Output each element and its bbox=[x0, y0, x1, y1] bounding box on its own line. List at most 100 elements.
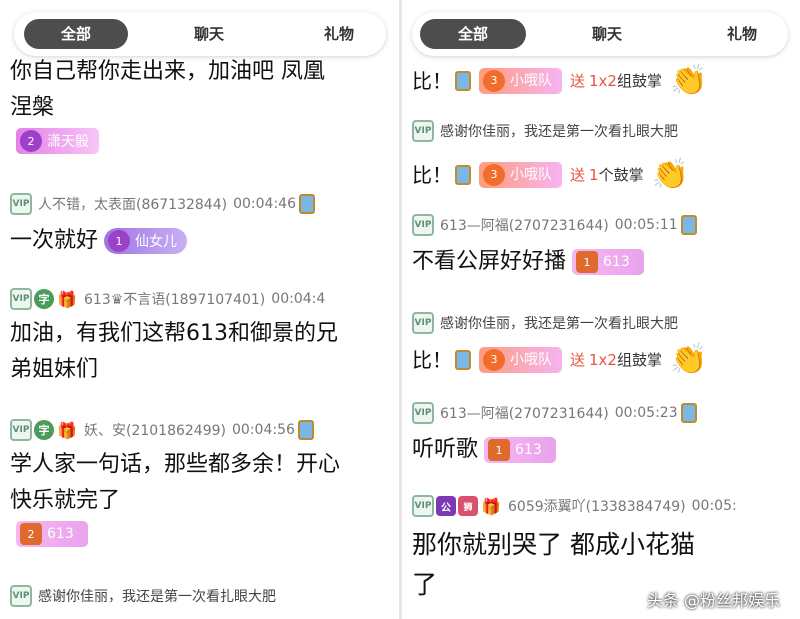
timestamp: 00:04:56 bbox=[232, 422, 295, 438]
fan-badge-name: 613 bbox=[603, 254, 630, 270]
user-name[interactable]: 人不错，太表面(867132844) bbox=[38, 194, 227, 214]
message-text: 涅槃 bbox=[10, 95, 55, 120]
level-icon: VIP bbox=[412, 312, 434, 334]
message-text: 加油，有我们这帮613和御景的兄 bbox=[10, 321, 338, 346]
fan-badge[interactable]: 2 潇天骰 bbox=[16, 128, 99, 154]
chat-message: VIP 人不错，太表面(867132844) 00:04:46 一次就好 1 仙… bbox=[10, 191, 394, 259]
diamond-icon: 2 bbox=[20, 523, 42, 545]
gift-box-icon: 🎁 bbox=[481, 496, 501, 516]
heart-icon: 3 bbox=[483, 164, 505, 186]
tab-all[interactable]: 全部 bbox=[24, 19, 128, 49]
level-icon: VIP bbox=[10, 193, 32, 215]
timestamp: 00:04:46 bbox=[233, 196, 296, 212]
chat-message: VIP 感谢你佳丽，我还是第一次看扎眼大肥 bbox=[412, 118, 794, 144]
phone-icon bbox=[455, 71, 471, 91]
message-meta: VIP 感谢你佳丽，我还是第一次看扎眼大肥 bbox=[10, 583, 394, 609]
timestamp: 00:04:4 bbox=[271, 291, 326, 307]
system-message-text: 感谢你佳丽，我还是第一次看扎眼大肥 bbox=[38, 589, 276, 605]
message-text: 比！ bbox=[412, 69, 452, 93]
fan-badge[interactable]: 3 小哦队 bbox=[479, 68, 562, 94]
gift-quantity: 1 bbox=[589, 166, 599, 184]
guild-badge-icon: 公 bbox=[436, 496, 456, 516]
send-label: 送 bbox=[570, 351, 586, 369]
filter-tabbar: 全部 聊天 礼物 bbox=[14, 12, 386, 56]
send-label: 送 bbox=[570, 72, 586, 90]
tab-gift[interactable]: 礼物 bbox=[697, 19, 787, 49]
system-message-text: 感谢你佳丽，我还是第一次看扎眼大肥 bbox=[440, 124, 678, 140]
gift-message: 比！ 3 小哦队 送 1x2 组鼓掌 👏 bbox=[412, 64, 794, 98]
message-text: 比！ bbox=[412, 348, 452, 372]
gift-name: 组鼓掌 bbox=[616, 72, 662, 90]
chat-message: VIP 感谢你佳丽，我还是第一次看扎眼大肥 bbox=[412, 310, 794, 336]
heart-icon: 3 bbox=[483, 70, 505, 92]
clap-icon: 👏 bbox=[651, 157, 689, 192]
heart-icon: 2 bbox=[20, 130, 42, 152]
message-meta: VIP 字 🎁 613♛不言语(1897107401) 00:04:4 bbox=[10, 286, 394, 312]
message-text: 弟姐妹们 bbox=[10, 357, 99, 382]
fan-badge[interactable]: 3 小哦队 bbox=[479, 347, 562, 373]
message-text: 一次就好 bbox=[10, 228, 99, 253]
user-name[interactable]: 613—阿福(2707231644) bbox=[440, 403, 609, 423]
message-meta: VIP 感谢你佳丽，我还是第一次看扎眼大肥 bbox=[412, 310, 794, 336]
fan-badge-name: 潇天骰 bbox=[47, 134, 89, 150]
user-name[interactable]: 妖、安(2101862499) bbox=[84, 420, 226, 440]
message-text: 不看公屏好好播 bbox=[412, 249, 567, 274]
fan-badge-name: 小哦队 bbox=[510, 352, 552, 368]
chat-message: VIP 613—阿福(2707231644) 00:05:23 听听歌 1 61… bbox=[412, 400, 794, 468]
right-chat-panel: 全部 聊天 礼物 比！ 3 小哦队 送 1x2 组鼓掌 👏 VIP 感谢你佳丽，… bbox=[402, 0, 800, 619]
clap-icon: 👏 bbox=[670, 342, 708, 377]
message-text: 比！ bbox=[412, 163, 452, 187]
phone-icon bbox=[680, 215, 697, 235]
gift-quantity: 1x2 bbox=[589, 72, 617, 90]
tab-chat[interactable]: 聊天 bbox=[562, 19, 652, 49]
message-meta: VIP 感谢你佳丽，我还是第一次看扎眼大肥 bbox=[412, 118, 794, 144]
phone-icon bbox=[455, 350, 471, 370]
fan-badge[interactable]: 1 613 bbox=[572, 249, 644, 275]
diamond-icon: 1 bbox=[576, 251, 599, 273]
send-label: 送 bbox=[570, 166, 586, 184]
timestamp: 00:05:23 bbox=[614, 405, 678, 421]
fan-badge[interactable]: 1 仙女儿 bbox=[104, 228, 188, 254]
watermark-text: 头条 @粉丝邦娱乐 bbox=[646, 591, 780, 610]
gift-quantity: 1x2 bbox=[589, 351, 617, 369]
phone-icon bbox=[455, 165, 471, 185]
clap-icon: 👏 bbox=[670, 63, 708, 98]
heart-icon: 1 bbox=[108, 230, 131, 252]
tab-chat[interactable]: 聊天 bbox=[164, 19, 254, 49]
fan-badge[interactable]: 2 613 bbox=[16, 521, 88, 547]
user-name[interactable]: 613—阿福(2707231644) bbox=[440, 215, 609, 235]
lion-badge-icon: 狮 bbox=[458, 496, 478, 516]
phone-icon bbox=[298, 194, 315, 214]
message-text: 快乐就完了 bbox=[10, 488, 121, 513]
tab-all[interactable]: 全部 bbox=[420, 19, 526, 49]
user-name[interactable]: 613♛不言语(1897107401) bbox=[84, 289, 265, 309]
filter-tabbar: 全部 聊天 礼物 bbox=[412, 12, 788, 56]
fan-badge-name: 613 bbox=[47, 526, 74, 542]
gift-name: 个鼓掌 bbox=[598, 166, 644, 184]
fan-badge[interactable]: 3 小哦队 bbox=[479, 162, 562, 188]
chat-message: VIP 字 🎁 613♛不言语(1897107401) 00:04:4 加油，有… bbox=[10, 286, 394, 388]
message-text: 那你就别哭了 都成小花猫 bbox=[412, 530, 695, 559]
phone-icon bbox=[297, 420, 314, 440]
message-meta: VIP 字 🎁 妖、安(2101862499) 00:04:56 bbox=[10, 417, 394, 443]
level-icon: VIP bbox=[10, 419, 32, 441]
left-chat-panel: 全部 聊天 礼物 你自己帮你走出来，加油吧 凤凰 涅槃 2 潇天骰 VIP 人不… bbox=[0, 0, 400, 619]
tab-gift[interactable]: 礼物 bbox=[294, 19, 384, 49]
message-text: 你自己帮你走出来，加油吧 凤凰 bbox=[10, 59, 325, 84]
level-icon: VIP bbox=[10, 288, 32, 310]
fan-badge[interactable]: 1 613 bbox=[484, 437, 556, 463]
level-icon: VIP bbox=[10, 585, 32, 607]
message-text: 学人家一句话，那些都多余！开心 bbox=[10, 452, 341, 477]
chat-message: VIP 613—阿福(2707231644) 00:05:11 不看公屏好好播 … bbox=[412, 212, 794, 280]
fan-badge-name: 小哦队 bbox=[510, 167, 552, 183]
level-icon: VIP bbox=[412, 214, 434, 236]
gift-message: 比！ 3 小哦队 送 1x2 组鼓掌 👏 bbox=[412, 343, 794, 377]
level-icon: VIP bbox=[412, 120, 434, 142]
gift-name: 组鼓掌 bbox=[616, 351, 662, 369]
chat-message: VIP 字 🎁 妖、安(2101862499) 00:04:56 学人家一句话，… bbox=[10, 417, 394, 547]
user-name[interactable]: 6059添翼吖(1338384749) bbox=[508, 496, 686, 516]
fan-badge-name: 仙女儿 bbox=[135, 234, 178, 250]
fan-badge-name: 613 bbox=[515, 442, 542, 458]
message-meta: VIP 613—阿福(2707231644) 00:05:11 bbox=[412, 212, 794, 238]
gift-message: 比！ 3 小哦队 送 1 个鼓掌 👏 bbox=[412, 158, 794, 192]
